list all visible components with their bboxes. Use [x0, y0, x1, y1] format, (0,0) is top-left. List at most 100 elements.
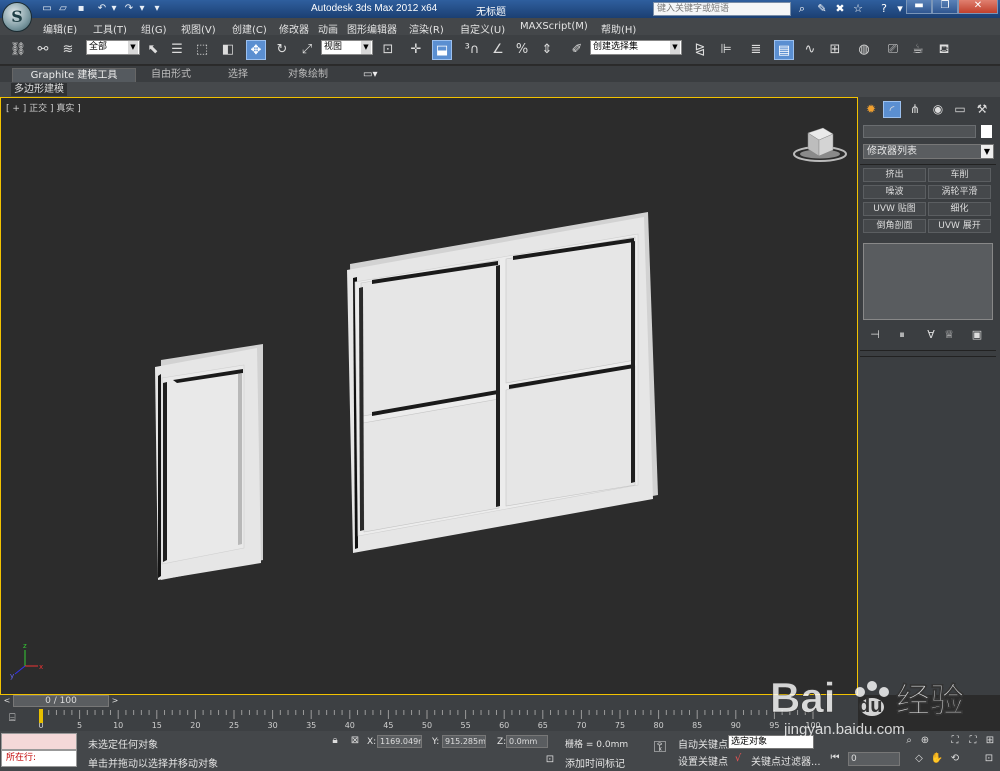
reference-coordinate-select[interactable]: 视图 ▼	[321, 40, 373, 55]
help-icon[interactable]: ?	[876, 1, 892, 17]
field-of-view-icon[interactable]: ◇	[912, 752, 926, 766]
edit-named-selection-icon[interactable]: ✐	[567, 40, 587, 60]
hierarchy-tab-icon[interactable]: ⋔	[906, 101, 924, 118]
zoom-icon[interactable]: ⌕	[902, 734, 916, 748]
maxscript-listener[interactable]	[1, 733, 77, 750]
communication-icon[interactable]: ✖	[832, 1, 848, 17]
select-object-icon[interactable]: ⬉	[143, 40, 163, 60]
time-slider-thumb[interactable]: 0 / 100	[13, 695, 109, 707]
keyboard-shortcut-override-icon[interactable]: ⬓	[432, 40, 452, 60]
save-icon[interactable]: ▪	[74, 2, 88, 15]
pivot-center-icon[interactable]: ⊡	[378, 40, 398, 60]
show-end-result-icon[interactable]: ⏸	[895, 328, 909, 342]
window-crossing-icon[interactable]: ◧	[218, 40, 238, 60]
menu-graph-editors[interactable]: 图形编辑器	[347, 21, 397, 36]
menu-help[interactable]: 帮助(H)	[601, 21, 636, 36]
tab-object-paint[interactable]: 对象绘制	[288, 68, 328, 82]
unlink-icon[interactable]: ⚯	[33, 40, 53, 60]
open-file-icon[interactable]: ▱	[56, 2, 70, 15]
lock-icon[interactable]: 🔒︎	[328, 734, 342, 748]
key-icon[interactable]: ⚿	[648, 739, 672, 755]
track-bar[interactable]: ⌸ 0 5 10 15 20 25 30 35 40 45 50 55 60 65 70 75 80 85 90 95…	[0, 707, 858, 731]
selection-filter-select[interactable]: 全部 ▼	[86, 40, 140, 55]
modifier-stack[interactable]	[863, 243, 993, 320]
undo-dropdown-icon[interactable]: ▾	[107, 2, 121, 15]
redo-dropdown-icon[interactable]: ▾	[135, 2, 149, 15]
rectangular-selection-icon[interactable]: ⬚	[192, 40, 212, 60]
material-editor-icon[interactable]: ◍	[854, 40, 874, 60]
create-tab-icon[interactable]: ✹	[862, 101, 880, 118]
schematic-view-icon[interactable]: ⊞	[825, 40, 845, 60]
percent-snap-icon[interactable]: %	[512, 40, 532, 60]
object-color-swatch[interactable]	[981, 125, 992, 138]
display-tab-icon[interactable]: ▭	[951, 101, 969, 118]
orbit-icon[interactable]: ⟲	[948, 752, 962, 766]
key-filter-select[interactable]: 选定对象	[728, 735, 814, 749]
door-object[interactable]	[155, 344, 263, 580]
unwrap-uvw-button[interactable]: UVW 展开	[928, 219, 991, 233]
maximize-toggle-icon[interactable]: ⊡	[982, 752, 996, 766]
configure-modifier-sets-icon[interactable]: ▣	[970, 328, 984, 342]
modifier-list-select[interactable]: 修改器列表 ▼	[863, 144, 994, 159]
search-input[interactable]: 键入关键字或短语	[653, 2, 791, 16]
menu-group[interactable]: 组(G)	[141, 21, 167, 36]
z-coordinate-field[interactable]: 0.0mm	[506, 735, 548, 748]
binoculars-icon[interactable]: ⌕	[794, 1, 810, 17]
align-icon[interactable]: ⊫	[716, 40, 736, 60]
next-frame-icon[interactable]: >	[110, 695, 120, 707]
menu-modifiers[interactable]: 修改器	[279, 21, 309, 36]
previous-frame-icon[interactable]: <	[2, 695, 12, 707]
time-tag-icon[interactable]: ⊡	[543, 753, 557, 767]
menu-tools[interactable]: 工具(T)	[93, 21, 127, 36]
close-button[interactable]: ✕	[958, 0, 998, 14]
zoom-extents-all-icon[interactable]: ⛶	[966, 734, 980, 748]
x-coordinate-field[interactable]: 1169.049m	[377, 735, 422, 748]
select-manipulate-icon[interactable]: ✛	[406, 40, 426, 60]
bevel-profile-button[interactable]: 倒角剖面	[863, 219, 926, 233]
menu-rendering[interactable]: 渲染(R)	[409, 21, 444, 36]
tab-graphite-modeling[interactable]: Graphite 建模工具	[12, 68, 136, 82]
remove-modifier-icon[interactable]: ♕	[942, 328, 956, 342]
zoom-extents-icon[interactable]: ⛶	[948, 734, 962, 748]
uvw-map-button[interactable]: UVW 贴图	[863, 202, 926, 216]
favorites-icon[interactable]: ☆	[850, 1, 866, 17]
object-name-field[interactable]	[863, 125, 976, 138]
current-frame-marker[interactable]	[39, 709, 43, 723]
new-file-icon[interactable]: ▭	[40, 2, 54, 15]
render-setup-icon[interactable]: ⎚	[883, 40, 903, 60]
snaps-toggle-icon[interactable]: ³∩	[462, 40, 482, 60]
redo-icon[interactable]: ↷	[122, 2, 136, 15]
link-icon[interactable]: ⛓	[8, 40, 28, 60]
window-object[interactable]	[347, 212, 658, 553]
key-filters-button[interactable]: 关键点过滤器...	[751, 753, 821, 768]
maximize-viewport-icon[interactable]: ⊞	[983, 734, 997, 748]
pan-view-icon[interactable]: ✋	[930, 752, 944, 766]
app-menu-button[interactable]: S	[2, 2, 32, 32]
bind-space-warp-icon[interactable]: ≋	[58, 40, 78, 60]
menu-edit[interactable]: 编辑(E)	[43, 21, 77, 36]
tab-freeform[interactable]: 自由形式	[151, 68, 191, 82]
zoom-all-icon[interactable]: ⊕	[918, 734, 932, 748]
maximize-button[interactable]: ❐	[932, 0, 958, 14]
extrude-button[interactable]: 挤出	[863, 168, 926, 182]
add-time-tag-button[interactable]: 添加时间标记	[565, 755, 625, 770]
render-production-icon[interactable]: ⛾	[934, 40, 954, 60]
menu-maxscript[interactable]: MAXScript(M)	[520, 21, 588, 32]
menu-create[interactable]: 创建(C)	[232, 21, 267, 36]
minimize-button[interactable]: ▬	[906, 0, 932, 14]
select-and-scale-icon[interactable]: ⤢	[297, 40, 317, 60]
layer-manager-icon[interactable]: ≣	[746, 40, 766, 60]
tab-selection[interactable]: 选择	[228, 68, 248, 82]
select-and-move-icon[interactable]: ✥	[246, 40, 266, 60]
key-filters-icon[interactable]: √	[731, 752, 745, 766]
ribbon-options-icon[interactable]: ▭▾	[363, 68, 377, 82]
viewcube[interactable]	[793, 127, 847, 162]
turbosmooth-button[interactable]: 涡轮平滑	[928, 185, 991, 199]
set-key-button[interactable]: 设置关键点	[678, 753, 728, 768]
quick-access-dropdown-icon[interactable]: ▾	[150, 2, 164, 15]
subscription-icon[interactable]: ✎	[814, 1, 830, 17]
make-unique-icon[interactable]: ∀	[924, 328, 938, 342]
polygon-modeling-label[interactable]: 多边形建模	[11, 83, 67, 96]
menu-animation[interactable]: 动画	[318, 21, 338, 36]
select-and-rotate-icon[interactable]: ↻	[272, 40, 292, 60]
